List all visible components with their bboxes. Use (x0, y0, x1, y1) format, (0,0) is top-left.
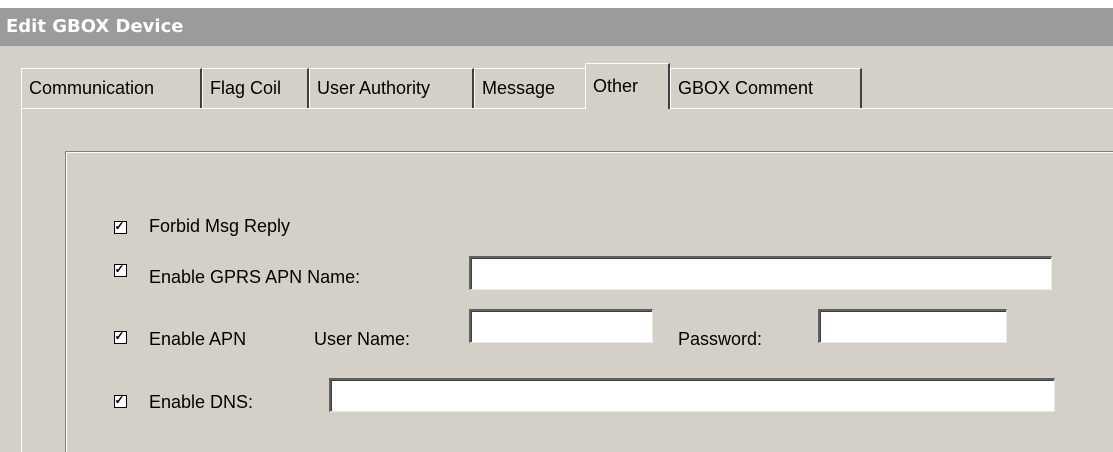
enable-dns-checkbox[interactable] (114, 395, 127, 408)
tab-other[interactable]: Other (585, 63, 670, 109)
edit-gbox-device-dialog: Edit GBOX Device Communication Flag Coil… (0, 8, 1113, 452)
user-name-label: User Name: (314, 329, 411, 349)
enable-dns-label: Enable DNS: (149, 392, 254, 412)
tab-flag-coil[interactable]: Flag Coil (202, 68, 309, 108)
enable-gprs-apn-name-checkbox[interactable] (114, 264, 127, 277)
forbid-msg-reply-checkbox[interactable] (114, 221, 127, 234)
enable-gprs-apn-name-label: Enable GPRS APN Name: (149, 267, 361, 287)
apn-password-input[interactable] (818, 309, 1007, 343)
gprs-apn-name-input[interactable] (469, 256, 1052, 290)
tab-gbox-comment[interactable]: GBOX Comment (670, 68, 862, 108)
forbid-msg-reply-label: Forbid Msg Reply (149, 216, 291, 236)
enable-apn-checkbox[interactable] (114, 331, 127, 344)
tab-communication[interactable]: Communication (21, 68, 202, 108)
window-title: Edit GBOX Device (0, 8, 1113, 46)
dns-input[interactable] (329, 378, 1055, 412)
tab-message[interactable]: Message (474, 68, 585, 108)
apn-user-name-input[interactable] (469, 309, 653, 343)
password-label: Password: (678, 329, 763, 349)
enable-apn-label: Enable APN (149, 329, 247, 349)
tab-user-authority[interactable]: User Authority (309, 68, 474, 108)
